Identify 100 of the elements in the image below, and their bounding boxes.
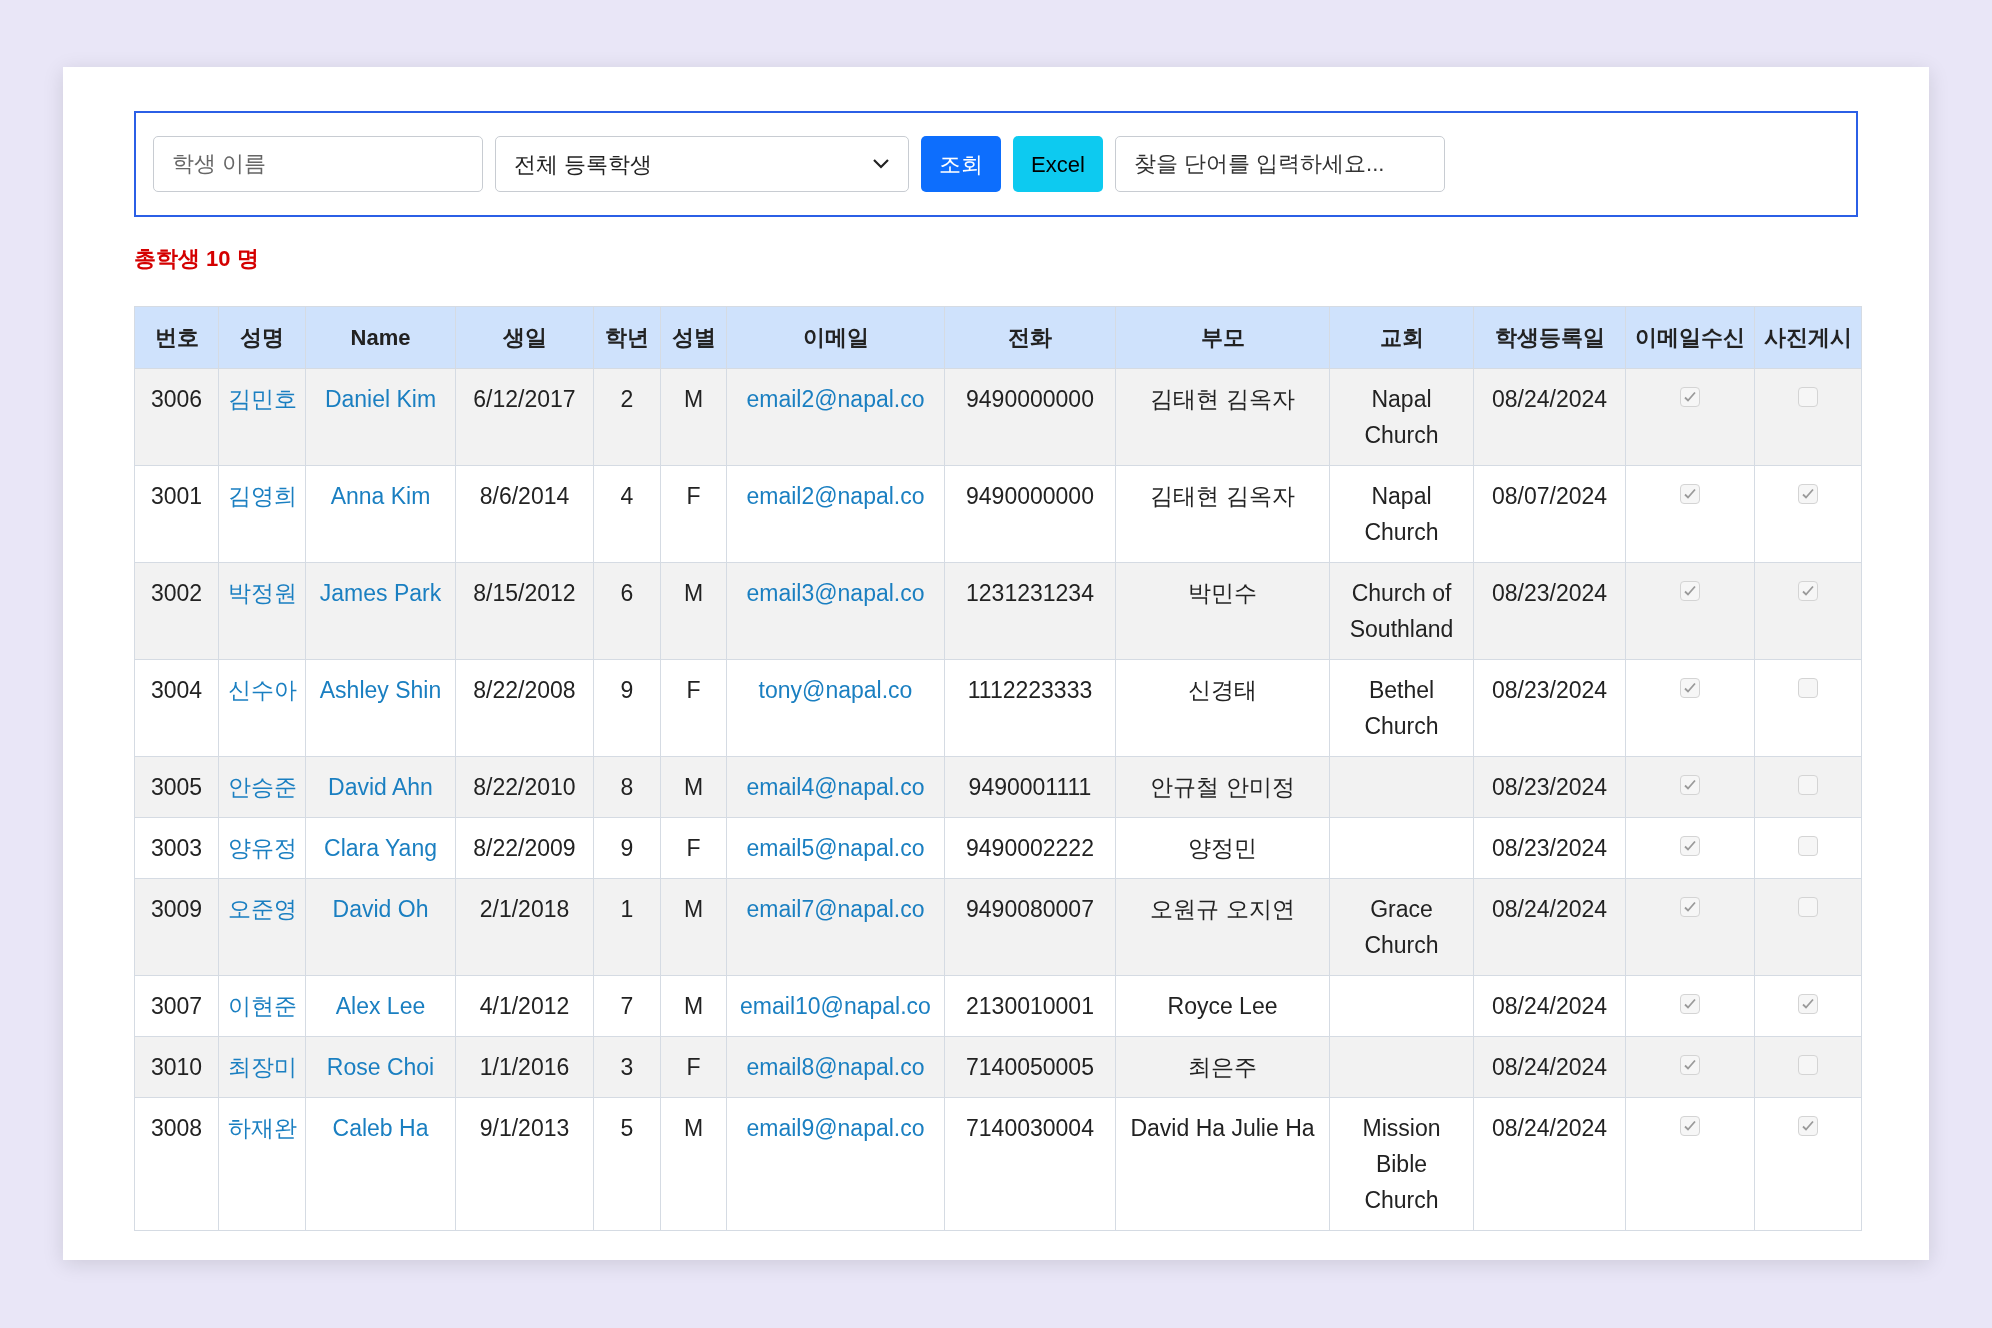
checkbox[interactable]: [1680, 386, 1700, 407]
check-icon: [1683, 1057, 1697, 1072]
name-link[interactable]: Caleb Ha: [332, 1114, 429, 1141]
grade: 1: [620, 895, 634, 922]
gender: F: [686, 676, 701, 703]
parents: 신경태: [1188, 676, 1257, 703]
birthday: 8/22/2008: [473, 676, 576, 703]
check-icon: [1683, 389, 1697, 404]
phone: 7140030004: [966, 1114, 1094, 1141]
gender: M: [683, 773, 704, 800]
phone: 9490000000: [966, 482, 1094, 509]
column-header: 사진게시: [1764, 324, 1852, 350]
checkbox[interactable]: [1680, 1115, 1700, 1136]
korean-name-link[interactable]: 하재완: [227, 1114, 297, 1141]
checkbox[interactable]: [1680, 774, 1700, 795]
registration-date: 08/23/2024: [1491, 676, 1608, 703]
check-icon: [1801, 996, 1815, 1011]
column-header: 성별: [671, 324, 716, 350]
check-icon: [1801, 583, 1815, 598]
grade: 9: [620, 834, 634, 861]
check-icon: [1683, 486, 1697, 501]
birthday: 2/1/2018: [479, 895, 570, 922]
registration-date: 08/07/2024: [1491, 482, 1608, 509]
student-id: 3002: [150, 579, 203, 606]
column-header: 학생등록일: [1494, 324, 1605, 350]
search-button[interactable]: 조회: [921, 136, 1001, 192]
check-icon: [1801, 486, 1815, 501]
phone: 9490000000: [966, 385, 1094, 412]
registration-date: 08/24/2024: [1491, 1053, 1608, 1080]
birthday: 8/15/2012: [473, 579, 576, 606]
checkbox[interactable]: [1680, 993, 1700, 1014]
birthday: 9/1/2013: [479, 1114, 570, 1141]
checkbox[interactable]: [1680, 896, 1700, 917]
parents: 김태현 김옥자: [1150, 482, 1295, 509]
email-link[interactable]: email9@napal.co: [746, 1114, 925, 1141]
student-id: 3003: [150, 834, 203, 861]
checkbox[interactable]: [1798, 896, 1818, 917]
registration-date: 08/23/2024: [1491, 773, 1608, 800]
name-field[interactable]: 학생 이름: [153, 136, 483, 192]
church: Church of Southland: [1349, 579, 1454, 642]
checkbox[interactable]: [1798, 835, 1818, 856]
registration-date: 08/24/2024: [1491, 992, 1608, 1019]
column-header: 생일: [502, 324, 547, 350]
phone: 2130010001: [966, 992, 1094, 1019]
student-id: 3001: [150, 482, 203, 509]
checkbox[interactable]: [1798, 993, 1818, 1014]
email-link[interactable]: tony@napal.co: [758, 676, 913, 703]
registration-date: 08/24/2024: [1491, 385, 1608, 412]
student-id: 3006: [150, 385, 203, 412]
grade: 9: [620, 676, 634, 703]
registration-date: 08/24/2024: [1491, 895, 1608, 922]
name-link[interactable]: David Oh: [332, 895, 429, 922]
checkbox[interactable]: [1680, 483, 1700, 504]
keyword-field[interactable]: 찾을 단어를 입력하세요...: [1114, 136, 1445, 192]
checkbox[interactable]: [1798, 1115, 1818, 1136]
check-icon: [1683, 680, 1697, 695]
column-header: 학년: [605, 324, 649, 350]
checkbox[interactable]: [1798, 677, 1818, 698]
phone: 9490002222: [966, 834, 1094, 861]
student-id: 3004: [150, 676, 203, 703]
gender: M: [683, 385, 704, 412]
parents: 오원규 오지연: [1150, 895, 1295, 922]
excel-button[interactable]: Excel: [1013, 136, 1103, 192]
church: Bethel Church: [1364, 676, 1439, 739]
checkbox[interactable]: [1798, 1054, 1818, 1075]
check-icon: [1683, 1118, 1697, 1133]
registration-date: 08/24/2024: [1491, 1114, 1608, 1141]
checkbox[interactable]: [1798, 386, 1818, 407]
birthday: 4/1/2012: [479, 992, 570, 1019]
parents: David Ha Julie Ha: [1130, 1114, 1315, 1141]
checkbox[interactable]: [1680, 580, 1700, 601]
checkbox[interactable]: [1798, 580, 1818, 601]
parents: 박민수: [1188, 579, 1257, 606]
check-icon: [1683, 899, 1697, 914]
parents: 안규철 안미정: [1150, 773, 1295, 800]
check-icon: [1683, 583, 1697, 598]
parents: 양정민: [1188, 834, 1257, 861]
grade: 6: [620, 579, 634, 606]
church: Grace Church: [1364, 895, 1439, 958]
birthday: 1/1/2016: [479, 1053, 570, 1080]
gender: F: [686, 482, 701, 509]
name-link[interactable]: Anna Kim: [330, 482, 431, 509]
church: Napal Church: [1364, 482, 1439, 545]
birthday: 8/22/2009: [473, 834, 576, 861]
checkbox[interactable]: [1798, 483, 1818, 504]
checkbox[interactable]: [1798, 774, 1818, 795]
checkbox[interactable]: [1680, 677, 1700, 698]
grade: 4: [620, 482, 634, 509]
status-select[interactable]: 전체 등록학생: [495, 136, 909, 192]
checkbox[interactable]: [1680, 835, 1700, 856]
check-icon: [1683, 996, 1697, 1011]
total-count: 총학생 10 명: [134, 246, 259, 271]
checkbox[interactable]: [1680, 1054, 1700, 1075]
column-header: 부모: [1200, 324, 1245, 350]
student-id: 3008: [150, 1114, 203, 1141]
phone: 9490001111: [968, 773, 1092, 800]
church: Mission Bible Church: [1362, 1114, 1441, 1213]
gender: M: [683, 579, 704, 606]
gender: F: [686, 1053, 701, 1080]
column-header: 이메일수신: [1635, 324, 1745, 350]
